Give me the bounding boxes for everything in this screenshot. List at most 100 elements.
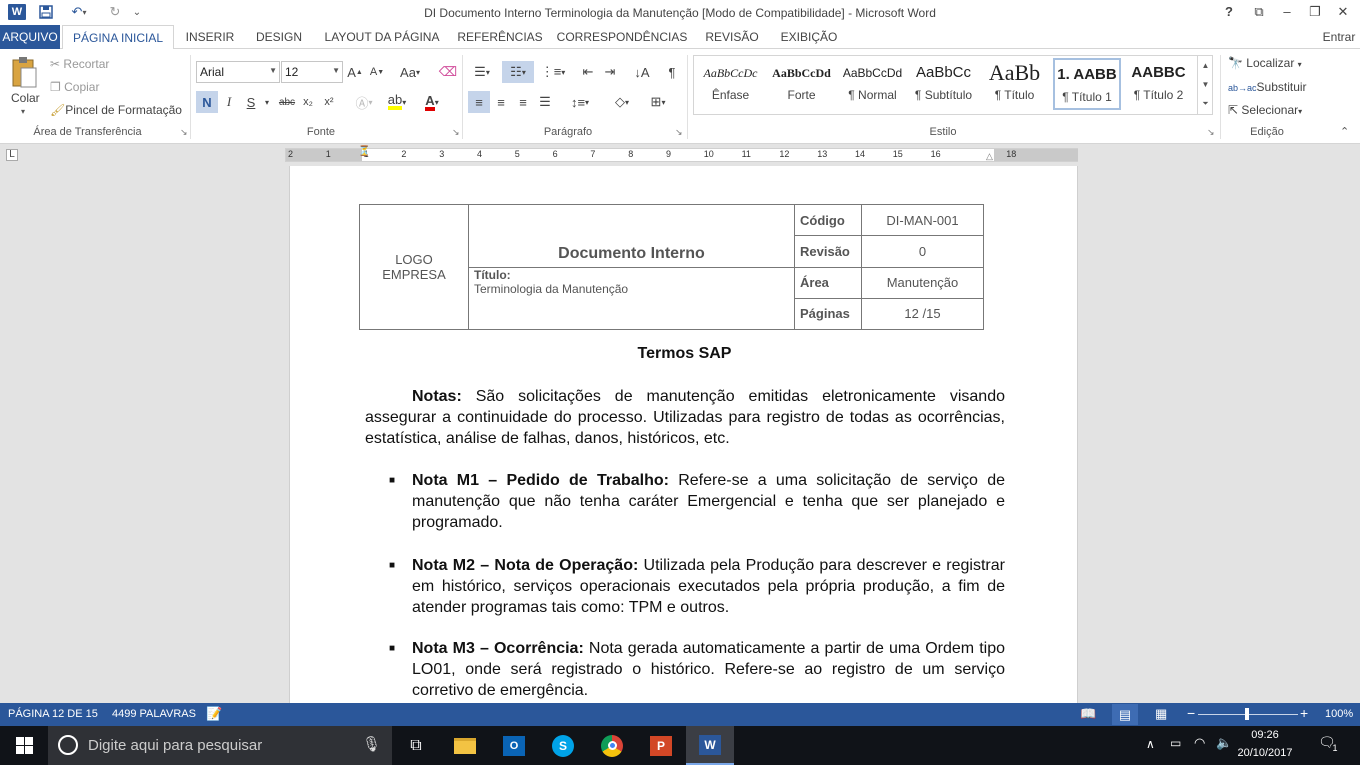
superscript-button[interactable]: x² <box>320 91 338 113</box>
clipboard-launcher-icon[interactable]: ↘ <box>180 127 188 138</box>
font-color-icon[interactable]: A ▾ <box>418 91 446 113</box>
subscript-button[interactable]: x₂ <box>299 91 317 113</box>
style-titulo-1[interactable]: 1. AABB ¶ Título 1 <box>1053 58 1121 110</box>
word-taskbar-icon[interactable]: W <box>686 726 734 765</box>
help-button[interactable]: ? <box>1218 3 1240 21</box>
restore-button[interactable]: ❐ <box>1304 3 1326 21</box>
chrome-icon[interactable] <box>588 726 636 765</box>
font-launcher-icon[interactable]: ↘ <box>452 127 460 138</box>
clock-date[interactable]: 20/10/2017 <box>1236 747 1294 759</box>
proofing-icon[interactable]: 📝 <box>206 706 222 722</box>
bullets-icon[interactable]: ☰ ▾ <box>468 62 496 82</box>
bold-button[interactable]: N <box>196 91 218 113</box>
tab-selector[interactable]: L <box>6 149 18 161</box>
find-button[interactable]: 🔭 Localizar ▾ <box>1228 56 1302 70</box>
print-layout-icon[interactable]: ▤ <box>1112 704 1138 725</box>
numbering-icon[interactable]: ☷ ▾ <box>502 61 534 83</box>
word-count[interactable]: 4499 PALAVRAS <box>112 708 196 720</box>
more-styles-icon[interactable]: ⏷ <box>1198 94 1213 113</box>
decrease-indent-icon[interactable]: ⇤ <box>578 62 598 82</box>
strikethrough-button[interactable]: abc <box>276 91 298 113</box>
tab-exibicao[interactable]: EXIBIÇÃO <box>774 25 844 49</box>
font-size-combo[interactable]: 12 ▼ <box>281 61 343 83</box>
paragraph-launcher-icon[interactable]: ↘ <box>675 127 683 138</box>
highlight-color-icon[interactable]: ab ▾ <box>383 91 411 113</box>
document-page[interactable]: LOGO EMPRESA Documento Interno Código DI… <box>289 166 1078 706</box>
search-box[interactable]: Digite aqui para pesquisar 🎙 <box>48 726 392 765</box>
read-mode-icon[interactable]: 📖 <box>1080 706 1096 722</box>
style-titulo-2[interactable]: AABBC ¶ Título 2 <box>1124 58 1193 110</box>
task-view-icon[interactable]: ⧉ <box>392 726 440 765</box>
windows-start-icon[interactable] <box>0 726 48 765</box>
battery-icon[interactable]: ▭ <box>1170 736 1181 750</box>
scroll-down-icon[interactable]: ▼ <box>1198 75 1213 94</box>
page-indicator[interactable]: PÁGINA 12 DE 15 <box>8 708 98 720</box>
increase-indent-icon[interactable]: ⇥ <box>600 62 620 82</box>
line-spacing-icon[interactable]: ↕≡ ▾ <box>565 91 595 113</box>
styles-launcher-icon[interactable]: ↘ <box>1207 127 1215 138</box>
underline-dropdown-icon[interactable]: ▾ <box>262 91 272 113</box>
underline-button[interactable]: S <box>242 91 260 113</box>
style-forte[interactable]: AaBbCcDd Forte <box>767 58 836 110</box>
zoom-out-button[interactable]: − <box>1187 705 1195 721</box>
sort-icon[interactable]: ↓A <box>632 62 652 82</box>
indent-marker-icon[interactable]: ⏳ <box>358 146 370 157</box>
cut-button[interactable]: ✂ Recortar <box>50 57 109 71</box>
powerpoint-icon[interactable]: P <box>637 726 685 765</box>
minimize-button[interactable]: – <box>1276 3 1298 21</box>
horizontal-ruler[interactable]: 2 1 1 2 3 4 5 6 7 8 9 10 11 12 13 14 15 16 18 ⏳ △ <box>285 146 1078 162</box>
style-enfase[interactable]: AaBbCcDc Ênfase <box>696 58 765 110</box>
align-center-icon[interactable]: ≡ <box>491 91 511 113</box>
shading-icon[interactable]: ◇ ▾ <box>606 91 638 113</box>
style-normal[interactable]: AaBbCcDd ¶ Normal <box>838 58 907 110</box>
clock-time[interactable]: 09:26 <box>1236 729 1294 741</box>
sign-in-link[interactable]: Entrar <box>1318 25 1360 49</box>
styles-scroll[interactable]: ▲ ▼ ⏷ <box>1197 56 1213 114</box>
tab-arquivo[interactable]: ARQUIVO <box>0 25 60 49</box>
format-painter-button[interactable]: 🖌Pincel de Formatação <box>50 103 182 117</box>
change-case-icon[interactable]: Aa ▾ <box>395 62 425 82</box>
grow-font-icon[interactable]: A ▲ <box>346 62 364 82</box>
outlook-icon[interactable]: O <box>490 726 538 765</box>
justify-icon[interactable]: ☰ <box>535 91 555 113</box>
show-paragraph-marks-icon[interactable]: ¶ <box>662 62 682 82</box>
shrink-font-icon[interactable]: A ▼ <box>368 62 386 82</box>
multilevel-list-icon[interactable]: ⋮≡ ▾ <box>538 62 568 82</box>
close-button[interactable]: ✕ <box>1332 3 1354 21</box>
tab-pagina-inicial[interactable]: PÁGINA INICIAL <box>62 25 174 50</box>
paste-icon[interactable] <box>8 55 40 91</box>
borders-icon[interactable]: ⊞ ▾ <box>642 91 674 113</box>
zoom-in-button[interactable]: + <box>1300 705 1308 721</box>
ribbon-display-options-icon[interactable]: ⧉ <box>1248 3 1270 21</box>
collapse-ribbon-icon[interactable]: ⌃ <box>1340 125 1349 138</box>
paste-dropdown-icon[interactable]: ▾ <box>21 107 25 116</box>
clear-formatting-icon[interactable]: ⌫ <box>438 62 458 82</box>
tab-correspondencias[interactable]: CORRESPONDÊNCIAS <box>556 25 688 49</box>
right-indent-marker-icon[interactable]: △ <box>986 151 993 162</box>
volume-icon[interactable]: 🔈 <box>1216 735 1232 751</box>
align-left-icon[interactable]: ≡ <box>468 91 490 113</box>
wifi-icon[interactable]: ◠ <box>1194 735 1205 751</box>
text-effects-icon[interactable]: Ⓐ ▾ <box>350 91 378 113</box>
select-button[interactable]: ⇱ Selecionar▾ <box>1228 103 1302 117</box>
zoom-level[interactable]: 100% <box>1325 708 1353 720</box>
tab-inserir[interactable]: INSERIR <box>180 25 240 49</box>
web-layout-icon[interactable]: ▦ <box>1155 706 1167 722</box>
tab-layout-da-pagina[interactable]: LAYOUT DA PÁGINA <box>318 25 446 49</box>
replace-button[interactable]: ab→acSubstituir <box>1228 80 1307 94</box>
zoom-slider-thumb[interactable] <box>1245 708 1249 720</box>
tab-revisao[interactable]: REVISÃO <box>700 25 764 49</box>
scroll-up-icon[interactable]: ▲ <box>1198 56 1213 75</box>
show-hidden-icons-icon[interactable]: ∧ <box>1146 737 1155 751</box>
file-explorer-icon[interactable] <box>441 726 489 765</box>
tab-referencias[interactable]: REFERÊNCIAS <box>456 25 544 49</box>
action-center-icon[interactable]: 🗨 1 <box>1318 734 1340 756</box>
skype-icon[interactable]: S <box>539 726 587 765</box>
tab-design[interactable]: DESIGN <box>250 25 308 49</box>
microphone-icon[interactable]: 🎙 <box>362 735 381 753</box>
style-subtitulo[interactable]: AaBbCc ¶ Subtítulo <box>909 58 978 110</box>
align-right-icon[interactable]: ≡ <box>513 91 533 113</box>
italic-button[interactable]: I <box>220 91 238 113</box>
copy-button[interactable]: ❐ Copiar <box>50 80 99 94</box>
paste-button[interactable]: Colar <box>11 91 40 105</box>
